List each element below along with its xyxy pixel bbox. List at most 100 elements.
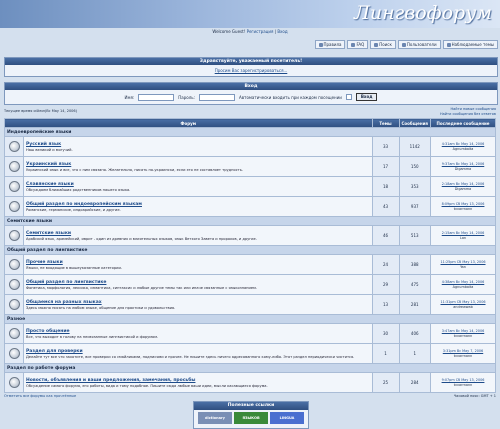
- last-post-user[interactable]: Lan: [433, 236, 493, 240]
- last-post-date[interactable]: 2:15am Вс May 14, 2006: [433, 231, 493, 235]
- unanswered-link[interactable]: Найти сообщения без ответов: [440, 112, 496, 117]
- forum-link[interactable]: Прочие языки: [26, 260, 370, 265]
- last-post-date[interactable]: 9:07pm Сб May 13, 2006: [433, 378, 493, 382]
- forum-logo[interactable]: Лингвофорум: [354, 2, 492, 24]
- topics-count: 18: [371, 176, 400, 197]
- login-button[interactable]: Вход: [355, 93, 378, 101]
- nav-rules[interactable]: Правила: [314, 40, 346, 49]
- forum-status-cell: [4, 274, 24, 295]
- forum-info: Украинский язык Украинский язык и все, чт…: [23, 156, 373, 177]
- last-post-date[interactable]: 11:31pm Сб May 13, 2006: [433, 300, 493, 304]
- last-post-user[interactable]: tvvarrnann: [433, 207, 493, 211]
- nav-watched[interactable]: Наблюдаемые темы: [442, 40, 498, 49]
- forum-info: Прочие языки Языки, не входящие в вышеука…: [23, 254, 373, 275]
- forum-info: Общий раздел по лингвистике Фонетика, мор…: [23, 274, 373, 295]
- last-post-user[interactable]: tvvarrnann: [433, 383, 493, 387]
- posts-count: 1142: [398, 136, 431, 157]
- forum-link[interactable]: Общий раздел по лингвистике: [26, 280, 370, 285]
- category-title[interactable]: Общий раздел по лингвистике: [4, 245, 496, 255]
- category-title[interactable]: Разное: [4, 314, 496, 324]
- login-link[interactable]: Вход: [277, 29, 287, 34]
- password-input[interactable]: [199, 93, 236, 101]
- nav-label: Пользователи: [406, 42, 437, 47]
- topics-count: 1: [371, 343, 400, 364]
- last-post-user[interactable]: tvvarrnann: [433, 354, 493, 358]
- category-title[interactable]: Раздел по работе форума: [4, 363, 496, 373]
- last-post: 2:15am Вс May 14, 2006 Lan: [430, 225, 496, 246]
- forum-status-cell: [4, 372, 24, 393]
- forum-status-cell: [4, 294, 24, 315]
- forum-row: Семитские языки Арабский язык, арамейский…: [4, 225, 496, 246]
- last-post-user[interactable]: Agnumbaita: [433, 147, 493, 151]
- forum-link[interactable]: Украинский язык: [26, 162, 370, 167]
- posts-count: 281: [398, 294, 431, 315]
- forum-status-icon: [8, 327, 20, 339]
- last-post-date[interactable]: 11:25pm Сб May 13, 2006: [433, 260, 493, 264]
- last-post-date[interactable]: 4:31am Вс May 14, 2006: [433, 142, 493, 146]
- forum-info: Новости, объявления и ваши предложения, …: [23, 372, 373, 393]
- forum-link[interactable]: Славянские языки: [26, 182, 370, 187]
- link-banner[interactable]: ЯЗЫКОВ: [234, 412, 268, 424]
- forum-link[interactable]: Раздел для проверки: [26, 349, 370, 354]
- mark-read-link[interactable]: Отметить все форумы как прочтённые: [4, 394, 76, 398]
- nav-label: Наблюдаемые темы: [451, 42, 494, 47]
- username-input[interactable]: [138, 93, 175, 101]
- search-icon: [374, 42, 379, 47]
- last-post-user[interactable]: Agnumbaita: [433, 285, 493, 289]
- nav-faq[interactable]: FAQ: [347, 40, 369, 49]
- link-banner[interactable]: dictionary: [198, 412, 232, 424]
- nav-users[interactable]: Пользователи: [397, 40, 441, 49]
- last-post-date[interactable]: 4:38am Вс May 14, 2006: [433, 280, 493, 284]
- forum-description: Украинский язык и все, что с ним связано…: [26, 167, 244, 172]
- forum-description: Обсуждение самого форума, его работы, ви…: [26, 383, 268, 388]
- forum-status-icon: [8, 180, 20, 192]
- forum-row: Раздел для проверки Делайте тут все что з…: [4, 343, 496, 364]
- category-row: Индоевропейские языки: [4, 127, 496, 137]
- category-title[interactable]: Индоевропейские языки: [4, 127, 496, 137]
- current-time: Текущее время и4kмл(Вс May 14, 2006): [4, 109, 77, 113]
- last-post: 11:31pm Сб May 13, 2006 andrewwab: [430, 294, 496, 315]
- forum-row: Русский язык Наш великий и могучий. 33 1142…: [4, 136, 496, 157]
- forum-link[interactable]: Общий раздел по индоевропейским языкам: [26, 202, 370, 207]
- register-link[interactable]: Регистрация: [247, 29, 274, 34]
- forum-status-cell: [4, 196, 24, 217]
- welcome-line: Welcome Guest! Регистрация | Вход: [0, 29, 500, 34]
- last-post: 3:31pm Вс May 7, 2006 tvvarrnann: [430, 343, 496, 364]
- topics-count: 13: [371, 294, 400, 315]
- forum-link[interactable]: Новости, объявления и ваши предложения, …: [26, 378, 370, 383]
- forum-info: Семитские языки Арабский язык, арамейский…: [23, 225, 373, 246]
- forum-description: Здесь можно писать на любом языке, общен…: [26, 305, 176, 310]
- last-post-date[interactable]: 9:37am Вс May 14, 2006: [433, 162, 493, 166]
- forum-description: Фонетика, морфология, лексика, семантика…: [26, 285, 257, 290]
- last-post-user[interactable]: Digamma: [433, 187, 493, 191]
- forum-description: Наш великий и могучий.: [26, 147, 73, 152]
- last-post-date[interactable]: 2:18am Вс May 14, 2006: [433, 182, 493, 186]
- login-title: Вход: [5, 83, 497, 90]
- autologin-checkbox[interactable]: [345, 94, 352, 100]
- category-title[interactable]: Семитские языки: [4, 216, 496, 226]
- forum-link[interactable]: Русский язык: [26, 142, 370, 147]
- forum-info: Русский язык Наш великий и могучий.: [23, 136, 373, 157]
- last-post: 9:07pm Сб May 13, 2006 tvvarrnann: [430, 372, 496, 393]
- last-post-user[interactable]: Digamma: [433, 167, 493, 171]
- category-row: Общий раздел по лингвистике: [4, 245, 496, 255]
- forum-description: Обсуждаем ближайших родственников нашего…: [26, 187, 131, 192]
- last-post-user[interactable]: tvvarrnann: [433, 334, 493, 338]
- forum-link[interactable]: Семитские языки: [26, 231, 370, 236]
- last-post-date[interactable]: 3:47am Вс May 14, 2006: [433, 329, 493, 333]
- forum-info: Славянские языки Обсуждаем ближайших родс…: [23, 176, 373, 197]
- forum-link[interactable]: Просто общение: [26, 329, 370, 334]
- last-post-date[interactable]: 8:09pm Сб May 13, 2006: [433, 202, 493, 206]
- last-post-user[interactable]: andrewwab: [433, 305, 493, 309]
- forum-info: Раздел для проверки Делайте тут все что з…: [23, 343, 373, 364]
- forum-link[interactable]: Общаемся на разных языках: [26, 300, 370, 305]
- last-post-user[interactable]: Yan: [433, 265, 493, 269]
- forum-row: Общий раздел по индоевропейским языкам Ро…: [4, 196, 496, 217]
- register-prompt-link[interactable]: Просим Вас зарегистрироваться...: [215, 68, 288, 73]
- nav-search[interactable]: Поиск: [370, 40, 396, 49]
- link-banner[interactable]: LINGUA: [270, 412, 304, 424]
- col-topics: Темы: [371, 118, 400, 128]
- timezone-text: Часовой пояс: GMT + 1: [453, 394, 496, 398]
- separator: |: [274, 29, 277, 34]
- forum-info: Просто общение Все, что выходит в голову …: [23, 323, 373, 344]
